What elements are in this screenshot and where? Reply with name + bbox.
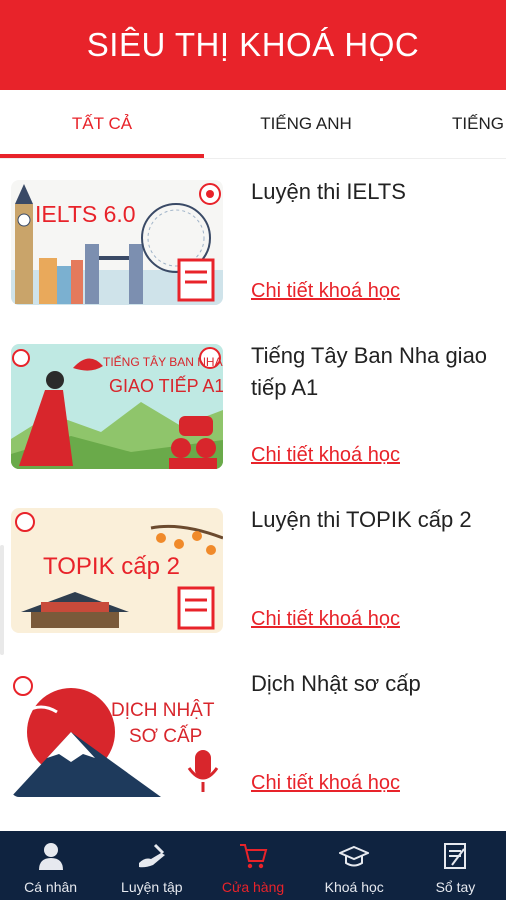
active-tab-indicator: [0, 154, 204, 158]
course-thumbnail[interactable]: TOPIK cấp 2: [11, 508, 223, 633]
app-header: SIÊU THỊ KHOÁ HỌC: [0, 0, 506, 90]
thumb-text: DỊCH NHẬT: [111, 699, 215, 721]
nav-item-profile[interactable]: Cá nhân: [0, 831, 101, 900]
course-thumbnail[interactable]: TIẾNG TÂY BAN NHA GIAO TIẾP A1: [11, 344, 223, 469]
course-title: Luyện thi IELTS: [251, 179, 406, 204]
course-item[interactable]: DỊCH NHẬT SƠ CẤP Dịch Nhật sơ cấp Chi ti…: [0, 652, 506, 816]
nav-item-courses[interactable]: Khoá học: [304, 831, 405, 900]
notebook-icon: [444, 843, 467, 869]
nav-label: Cá nhân: [24, 879, 78, 895]
hand-pen-icon: [138, 843, 165, 868]
course-item[interactable]: TIẾNG TÂY BAN NHA GIAO TIẾP A1 Tiếng Tây…: [0, 324, 506, 488]
nav-label: Khoá học: [324, 879, 384, 895]
course-detail-link[interactable]: Chi tiết khoá học: [251, 772, 400, 795]
course-thumbnail[interactable]: DỊCH NHẬT SƠ CẤP: [11, 672, 223, 797]
course-detail-link[interactable]: Chi tiết khoá học: [251, 444, 400, 467]
course-detail-link[interactable]: Chi tiết khoá học: [251, 280, 400, 303]
tab-language-partial[interactable]: TIẾNG: [452, 90, 506, 158]
nav-item-store[interactable]: Cửa hàng: [202, 831, 303, 900]
thumb-text: GIAO TIẾP A1: [109, 375, 223, 396]
course-item[interactable]: IELTS 6.0 Luyện thi IELTS Chi tiết khoá …: [0, 160, 506, 324]
thumb-text: TIẾNG TÂY BAN NHA: [103, 354, 223, 369]
course-title: Tiếng Tây Ban Nha giao tiếp A1: [251, 343, 488, 400]
nav-label: Cửa hàng: [221, 879, 285, 895]
person-icon: [38, 843, 63, 870]
nav-item-notebook[interactable]: Sổ tay: [405, 831, 506, 900]
nav-label: Sổ tay: [435, 879, 476, 895]
side-drawer-handle[interactable]: [0, 545, 4, 655]
tab-all[interactable]: TẤT CẢ: [0, 90, 204, 158]
course-title: Luyện thi TOPIK cấp 2: [251, 507, 472, 532]
cart-icon: [240, 844, 268, 869]
nav-item-practice[interactable]: Luyện tập: [101, 831, 202, 900]
thumb-text: SƠ CẤP: [129, 725, 202, 747]
thumb-text: IELTS 6.0: [35, 201, 136, 227]
thumb-text: TOPIK cấp 2: [43, 553, 180, 580]
bottom-nav: Cá nhân Luyện tập Cửa hàng Khoá học Sổ t…: [0, 831, 506, 900]
course-title: Dịch Nhật sơ cấp: [251, 671, 421, 696]
page-title: SIÊU THỊ KHOÁ HỌC: [86, 26, 420, 63]
nav-label: Luyện tập: [121, 879, 183, 895]
course-item[interactable]: TOPIK cấp 2 Luyện thi TOPIK cấp 2 Chi ti…: [0, 488, 506, 652]
category-tabs: TẤT CẢ TIẾNG ANH TIẾNG: [0, 90, 506, 159]
graduation-cap-icon: [339, 845, 370, 867]
course-thumbnail[interactable]: IELTS 6.0: [11, 180, 223, 305]
course-detail-link[interactable]: Chi tiết khoá học: [251, 608, 400, 631]
tab-english[interactable]: TIẾNG ANH: [204, 90, 408, 158]
